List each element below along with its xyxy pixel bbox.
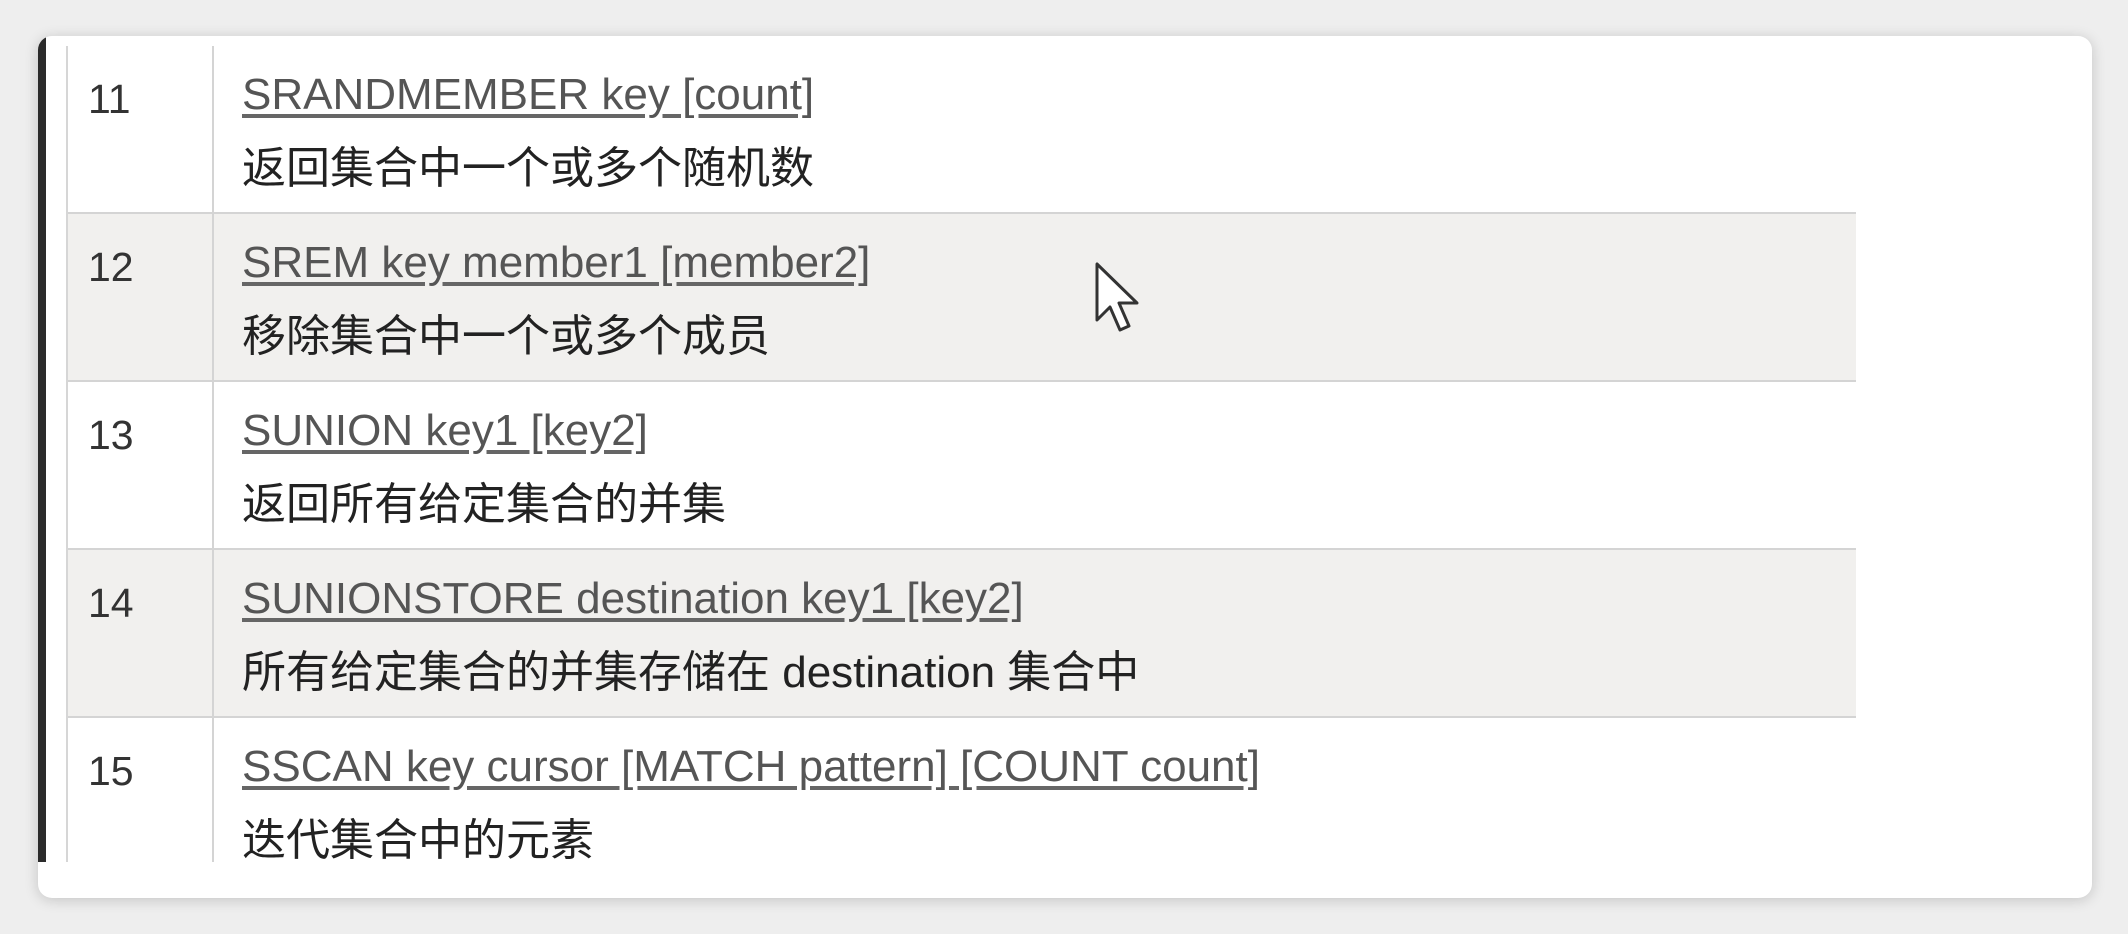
- command-link[interactable]: SSCAN key cursor [MATCH pattern] [COUNT …: [242, 742, 1260, 792]
- row-number: 11: [88, 76, 131, 122]
- row-number: 15: [88, 748, 134, 794]
- command-link[interactable]: SUNION key1 [key2]: [242, 406, 648, 456]
- row-number-cell: 11: [68, 46, 214, 212]
- row-number-cell: 15: [68, 718, 214, 862]
- command-description: 返回所有给定集合的并集: [242, 480, 726, 529]
- row-number: 12: [88, 244, 134, 290]
- left-border-rule: [38, 36, 46, 862]
- command-link[interactable]: SRANDMEMBER key [count]: [242, 70, 814, 120]
- row-number: 13: [88, 412, 134, 458]
- command-description: 所有给定集合的并集存储在 destination 集合中: [242, 648, 1140, 697]
- command-link[interactable]: SREM key member1 [member2]: [242, 238, 870, 288]
- redis-set-commands-table: 11 SRANDMEMBER key [count] 返回集合中一个或多个随机数…: [66, 46, 1856, 862]
- table-row: 11 SRANDMEMBER key [count] 返回集合中一个或多个随机数: [68, 46, 1856, 214]
- table-row: 15 SSCAN key cursor [MATCH pattern] [COU…: [68, 718, 1856, 862]
- row-number: 14: [88, 580, 134, 626]
- command-description: 移除集合中一个或多个成员: [242, 312, 770, 361]
- table-row: 13 SUNION key1 [key2] 返回所有给定集合的并集: [68, 382, 1856, 550]
- command-description: 返回集合中一个或多个随机数: [242, 144, 814, 193]
- row-number-cell: 13: [68, 382, 214, 548]
- mouse-pointer-icon: [1095, 262, 1139, 332]
- row-number-cell: 12: [68, 214, 214, 380]
- screenshot-card: 11 SRANDMEMBER key [count] 返回集合中一个或多个随机数…: [38, 36, 2092, 898]
- command-link[interactable]: SUNIONSTORE destination key1 [key2]: [242, 574, 1024, 624]
- command-description: 迭代集合中的元素: [242, 816, 594, 862]
- table-row: 14 SUNIONSTORE destination key1 [key2] 所…: [68, 550, 1856, 718]
- row-number-cell: 14: [68, 550, 214, 716]
- table-row: 12 SREM key member1 [member2] 移除集合中一个或多个…: [68, 214, 1856, 382]
